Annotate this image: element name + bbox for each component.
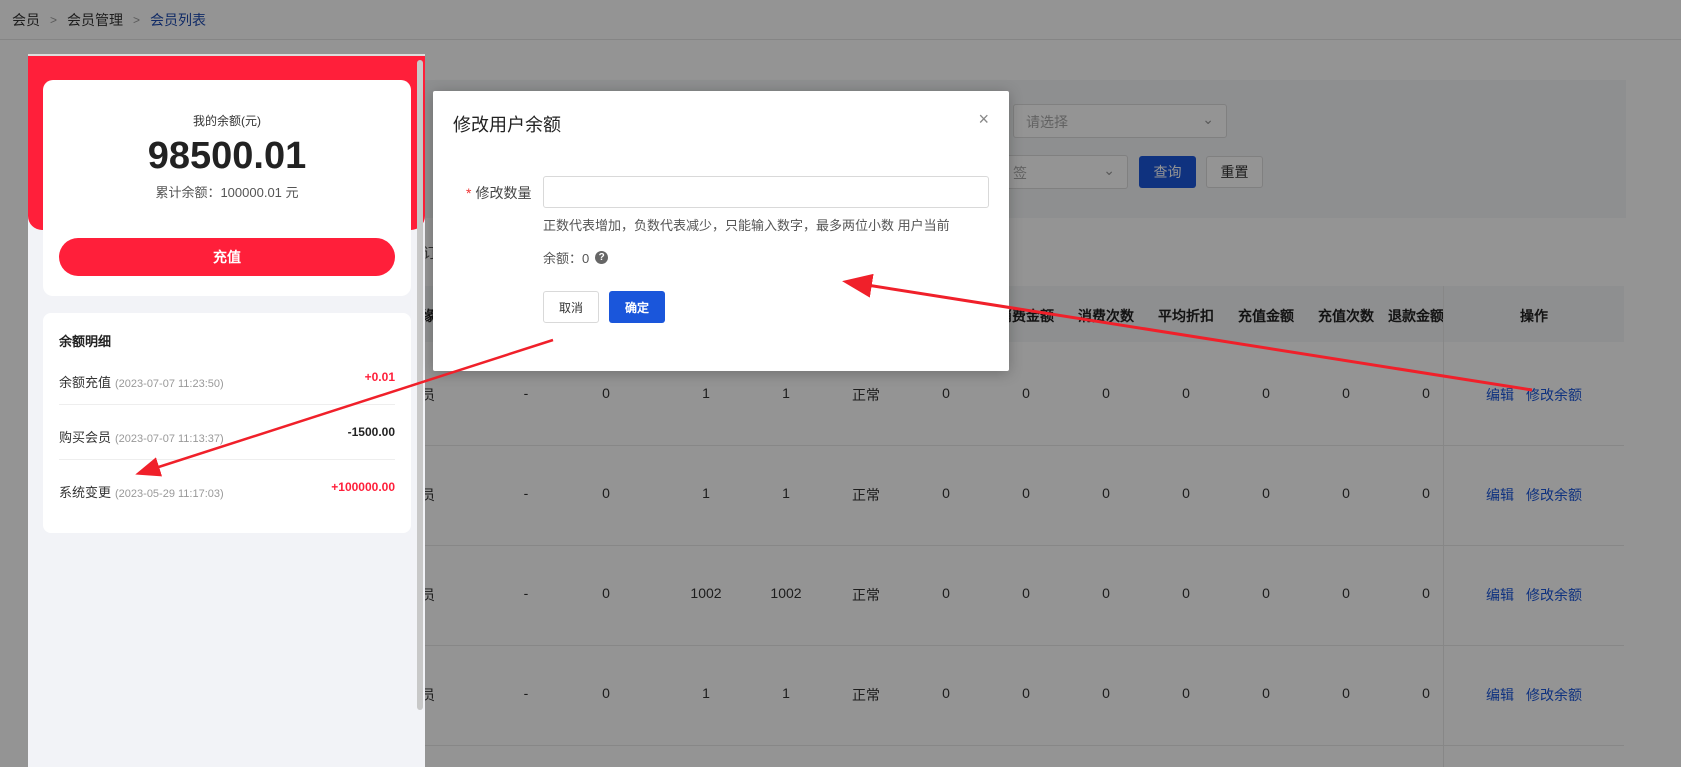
mobile-preview: 我的余额(元) 98500.01 累计余额：100000.01 元 充值 余额明… <box>28 54 425 767</box>
recharge-button[interactable]: 充值 <box>59 238 395 276</box>
modal-title: 修改用户余额 <box>453 115 561 135</box>
list-item: 余额充值 (2023-07-07 11:23:50) +0.01 <box>59 350 395 405</box>
amount-field-label-text: 修改数量 <box>475 185 532 201</box>
detail-item-amount: +100000.00 <box>331 480 395 494</box>
list-item: 系统变更 (2023-05-29 11:17:03) +100000.00 <box>59 460 395 515</box>
balance-value: 98500.01 <box>147 135 307 177</box>
current-balance-text: 余额：0 <box>543 251 590 266</box>
detail-item-time: (2023-05-29 11:17:03) <box>115 488 224 500</box>
detail-item-name: 余额充值 (2023-07-07 11:23:50) <box>59 372 224 391</box>
balance-card: 我的余额(元) 98500.01 累计余额：100000.01 元 充值 <box>43 80 411 296</box>
detail-item-label: 系统变更 <box>59 485 112 500</box>
cancel-button[interactable]: 取消 <box>543 291 599 323</box>
detail-item-name: 购买会员 (2023-07-07 11:13:37) <box>59 427 224 446</box>
current-balance: 余额：0 ? <box>543 248 609 267</box>
amount-input[interactable] <box>543 176 989 208</box>
detail-item-amount: +0.01 <box>364 370 395 384</box>
amount-field-label: * 修改数量 <box>466 183 531 203</box>
close-icon[interactable]: × <box>978 109 989 130</box>
balance-label: 我的余额(元) <box>193 114 261 128</box>
detail-item-time: (2023-07-07 11:13:37) <box>115 433 224 445</box>
help-icon[interactable]: ? <box>595 251 609 264</box>
required-mark: * <box>466 185 472 201</box>
detail-item-name: 系统变更 (2023-05-29 11:17:03) <box>59 482 224 501</box>
detail-title: 余额明细 <box>59 334 112 349</box>
phone-scrollbar[interactable] <box>417 60 423 710</box>
total-balance: 累计余额：100000.01 元 <box>155 185 299 200</box>
detail-item-label: 余额充值 <box>59 375 112 390</box>
confirm-button[interactable]: 确定 <box>609 291 665 323</box>
detail-item-amount: -1500.00 <box>347 425 395 439</box>
amount-hint: 正数代表增加，负数代表减少，只能输入数字，最多两位小数 用户当前 <box>543 218 950 233</box>
modify-balance-modal: 修改用户余额 × * 修改数量 正数代表增加，负数代表减少，只能输入数字，最多两位… <box>433 91 1009 371</box>
detail-item-time: (2023-07-07 11:23:50) <box>115 378 224 390</box>
detail-list: 余额充值 (2023-07-07 11:23:50) +0.01 购买会员 (2023-… <box>59 350 395 515</box>
balance-detail-card: 余额明细 余额充值 (2023-07-07 11:23:50) +0.01 购买会员(… <box>43 313 411 533</box>
detail-item-label: 购买会员 <box>59 430 112 445</box>
list-item: 购买会员 (2023-07-07 11:13:37) -1500.00 <box>59 405 395 460</box>
